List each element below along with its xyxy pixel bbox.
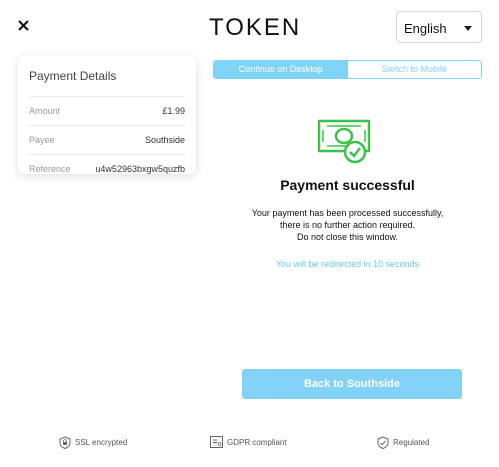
detail-value: £1.99 <box>162 106 185 116</box>
redirect-notice: You will be redirected in 10 seconds <box>275 259 420 269</box>
continue-on-desktop-tab[interactable]: Continue on Desktop <box>214 61 348 78</box>
detail-row-reference: Reference u4w52963bxgw5quzfb <box>29 154 185 183</box>
token-logo: TOKEN <box>209 14 302 41</box>
detail-value: Southside <box>144 135 185 145</box>
gdpr-label: GDPR compliant <box>227 437 287 447</box>
payment-details-title: Payment Details <box>29 69 117 83</box>
shield-check-icon <box>377 436 389 449</box>
detail-row-payee: Payee Southside <box>29 125 185 154</box>
message-line: Do not close this window. <box>296 232 399 242</box>
language-select-value: English <box>404 21 447 36</box>
regulated-label: Regulated <box>393 438 430 447</box>
detail-label: Reference <box>29 164 71 174</box>
document-icon <box>210 436 223 448</box>
payment-success-title: Payment successful <box>280 177 415 193</box>
language-select[interactable]: English <box>396 11 482 43</box>
close-icon <box>18 20 29 31</box>
message-line: there is no further action required. <box>279 220 416 230</box>
caret-down-icon <box>464 26 472 31</box>
detail-label: Amount <box>29 106 61 116</box>
detail-value: u4w52963bxgw5quzfb <box>95 164 185 174</box>
detail-row-amount: Amount £1.99 <box>29 96 185 125</box>
shield-lock-icon <box>59 436 71 449</box>
gdpr-badge: GDPR compliant <box>210 436 287 448</box>
payment-details-card: Payment Details Amount £1.99 Payee South… <box>18 56 196 174</box>
message-line: Your payment has been processed successf… <box>251 208 444 218</box>
ssl-badge: SSL encrypted <box>59 436 127 449</box>
payment-success-message: Your payment has been processed successf… <box>213 207 482 243</box>
ssl-label: SSL encrypted <box>75 438 128 447</box>
payment-success-icon <box>317 119 371 164</box>
detail-label: Payee <box>29 135 55 145</box>
close-button[interactable] <box>14 15 34 35</box>
back-to-southside-button[interactable]: Back to Southside <box>242 369 462 399</box>
regulated-badge: Regulated <box>377 436 429 449</box>
device-toggle: Continue on Desktop Switch to Mobile <box>213 60 482 79</box>
switch-to-mobile-tab[interactable]: Switch to Mobile <box>347 61 481 78</box>
